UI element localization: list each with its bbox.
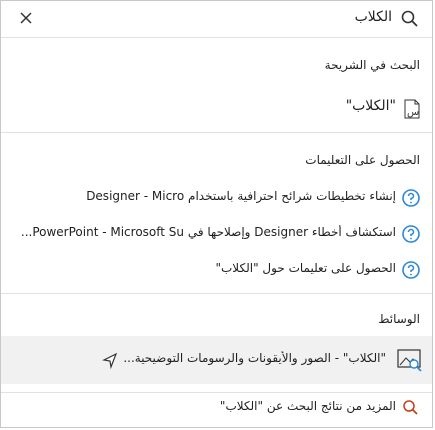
media-section: الوسائط "الكلاب" - الصور والأيقونات والر… — [1, 294, 432, 393]
search-icon — [401, 398, 421, 418]
search-bar: الكلاب — [1, 1, 432, 38]
help-item-label: إنشاء تخطيطات شرائح احترافية باستخدام De… — [86, 189, 396, 203]
svg-text:س: س — [407, 107, 419, 118]
help-item[interactable]: إنشاء تخطيطات شرائح احترافية باستخدام De… — [1, 179, 432, 215]
clear-search-button[interactable] — [15, 7, 37, 29]
slide-search-result-label: "الكلاب" — [345, 98, 396, 114]
slide-search-result[interactable]: س "الكلاب" — [1, 90, 432, 126]
image-search-icon — [396, 347, 424, 373]
help-circle-icon — [401, 260, 421, 280]
search-input[interactable]: الكلاب — [355, 9, 392, 25]
slide-search-header: البحث في الشريحة — [324, 58, 420, 72]
search-results-panel: الكلاب البحث في الشريحة س "الكلاب" الحصو… — [0, 0, 433, 428]
more-results-link[interactable]: المزيد من نتائج البحث عن "الكلاب" — [1, 389, 432, 425]
cursor-pointer-icon — [101, 352, 119, 370]
media-result-label: "الكلاب" - الصور والأيقونات والرسومات ال… — [123, 351, 386, 365]
media-header: الوسائط — [378, 312, 420, 326]
help-section: الحصول على التعليمات إنشاء تخطيطات شرائح… — [1, 133, 432, 294]
help-header: الحصول على التعليمات — [305, 153, 420, 167]
find-text-icon: س — [401, 98, 421, 119]
help-circle-icon — [401, 188, 421, 208]
help-item[interactable]: استكشاف أخطاء Designer وإصلاحها في Power… — [1, 215, 432, 251]
search-icon — [400, 9, 420, 29]
help-item-label: استكشاف أخطاء Designer وإصلاحها في Power… — [20, 225, 396, 239]
help-item-label: الحصول على تعليمات حول "الكلاب" — [215, 261, 396, 275]
more-results-label: المزيد من نتائج البحث عن "الكلاب" — [219, 399, 396, 413]
slide-search-section: البحث في الشريحة س "الكلاب" — [1, 38, 432, 133]
media-result[interactable]: "الكلاب" - الصور والأيقونات والرسومات ال… — [1, 336, 432, 384]
help-circle-icon — [401, 224, 421, 244]
help-item[interactable]: الحصول على تعليمات حول "الكلاب" — [1, 251, 432, 287]
close-icon — [20, 12, 32, 24]
